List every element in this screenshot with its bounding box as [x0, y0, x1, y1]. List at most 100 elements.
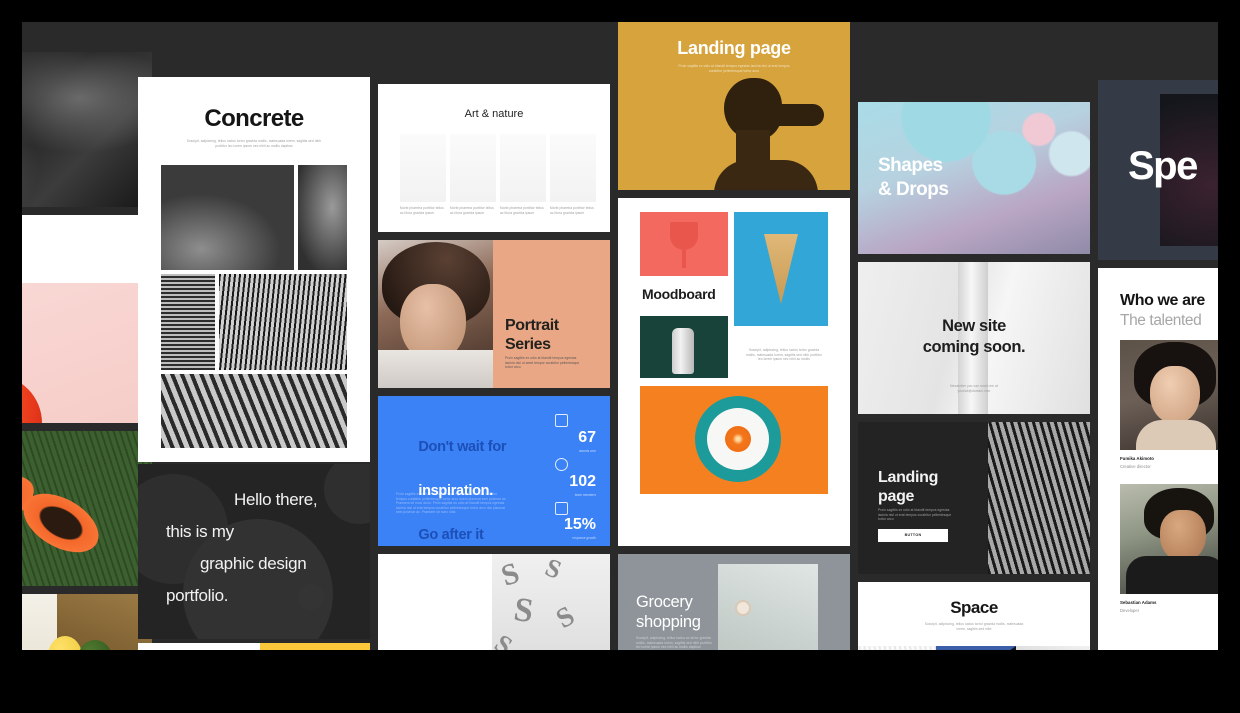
- portrait-photo: [378, 240, 493, 388]
- moodboard-image-3: [640, 316, 728, 378]
- concrete-image-3: [161, 274, 215, 370]
- hello-line-4: portfolio.: [166, 586, 229, 605]
- card-new-site[interactable]: New site coming soon. Newsletter you can …: [858, 262, 1090, 414]
- landing-orange-title: Landing page: [677, 38, 791, 58]
- art-nature-caption-2: Morbi pharetra porttitor tellus ac litor…: [450, 206, 494, 215]
- letter-shape-3: S: [511, 590, 536, 631]
- landing-dark-photo: [988, 422, 1090, 574]
- space-image-row: [858, 646, 1090, 650]
- landing-dark-cta-button[interactable]: BUTTON: [878, 529, 948, 542]
- landing-dark-cta-label: BUTTON: [904, 533, 922, 537]
- art-nature-caption-4: Morbi pharetra porttitor tellus ac litor…: [550, 206, 594, 215]
- stat-value-3: 15%: [563, 516, 596, 533]
- concrete-woman-photo: [22, 52, 152, 207]
- inspiration-heading: Don't wait for inspiration. Go after it …: [396, 414, 506, 546]
- template-gallery-canvas: reteman Proin sagittis ex odio at blandi…: [22, 22, 1218, 650]
- team-member-name-2: Sebastian Adams: [1120, 600, 1157, 605]
- model-shoulder-shape: [714, 160, 818, 190]
- card-art-and-nature[interactable]: Art & nature Morbi pharetra porttitor te…: [378, 84, 610, 232]
- card-space[interactable]: Space Suscipit, adipiscing, tellus luctu…: [858, 582, 1090, 650]
- landing-dark-body: Proin sagittis ex odio at blandit tempus…: [878, 508, 952, 522]
- card-landing-page-orange[interactable]: Landing page Proin sagittis ex odio at b…: [618, 22, 850, 190]
- landing-dark-title-line2: page: [878, 488, 915, 505]
- team-member-name-1: Fumika Akimoto: [1120, 456, 1154, 461]
- portrait-title: Portrait Series: [505, 316, 559, 354]
- art-nature-caption-1: Morbi pharetra porttitor tellus ac litor…: [400, 206, 444, 215]
- art-nature-image-4: [550, 134, 596, 202]
- space-subtitle: Suscipit, adipiscing, tellus luctus tort…: [924, 622, 1024, 631]
- card-grocery-shopping[interactable]: Grocery shopping Suscipit, adipiscing, te…: [618, 554, 850, 650]
- letter-shape-1: S: [497, 556, 524, 593]
- stat-label-3: response growth: [572, 536, 596, 540]
- space-image-2: [936, 646, 1016, 650]
- hello-line-3: graphic design: [200, 554, 307, 573]
- card-inspiration-club[interactable]: Don't wait for inspiration. Go after it …: [378, 396, 610, 546]
- space-image-3: [1016, 646, 1090, 650]
- member1-face-shape: [1150, 366, 1200, 424]
- art-nature-title: Art & nature: [464, 108, 524, 120]
- inspiration-heading-line3: Go after it: [418, 527, 484, 543]
- typography-photo: S S S S S: [489, 554, 610, 650]
- concrete-image-1: [161, 165, 294, 270]
- chart-icon: [555, 502, 568, 515]
- shapes-title-line1: Shapes: [878, 155, 943, 176]
- art-nature-image-1: [400, 134, 446, 202]
- card-typography[interactable]: S S S S S: [378, 554, 610, 650]
- concrete-subtitle: Suscipit, adipiscing, tellus luctus tort…: [186, 139, 322, 148]
- team-member-role-1: Creative director: [1120, 464, 1151, 469]
- inspiration-body: Proin sagittis ex odio at blandit tempus…: [396, 492, 507, 515]
- art-nature-image-2: [450, 134, 496, 202]
- moodboard-title: Moodboard: [642, 286, 716, 302]
- grapefruit-shape: [725, 426, 751, 452]
- card-moodboard[interactable]: Moodboard Suscipit, adipiscing, tellus l…: [618, 198, 850, 546]
- space-shape-accent: [976, 646, 1016, 650]
- cup-stem-shape: [682, 250, 686, 268]
- card-hello-portfolio[interactable]: Hello there, this is my graphic design p…: [138, 464, 370, 639]
- portrait-title-line2: Series: [505, 336, 551, 353]
- team-member-photo-1: [1120, 340, 1218, 450]
- new-site-subtitle: Newsletter you can reach me at yourlab@do…: [924, 384, 1024, 393]
- art-nature-caption-3: Morbi pharetra porttitor tellus ac litor…: [500, 206, 544, 215]
- inspiration-heading-line1: Don't wait for: [418, 439, 507, 455]
- bubble-decor-3: [324, 464, 370, 524]
- new-site-title-line1: New site: [942, 317, 1006, 335]
- grocery-badge-icon: [735, 600, 751, 616]
- art-nature-image-3: [500, 134, 546, 202]
- card-papaya-photo[interactable]: [22, 431, 152, 586]
- member2-face-shape: [1160, 510, 1206, 562]
- portrait-title-line1: Portrait: [505, 317, 559, 334]
- concrete-title: Concrete: [204, 105, 304, 132]
- card-spe[interactable]: Spe: [1098, 80, 1218, 260]
- moodboard-body: Suscipit, adipiscing, tellus luctus tort…: [746, 348, 822, 362]
- card-color-swatches[interactable]: [138, 643, 370, 650]
- card-who-we-are[interactable]: Who we are The talented Fumika Akimoto C…: [1098, 268, 1218, 650]
- card-still-life[interactable]: [22, 594, 152, 650]
- card-landing-page-dark[interactable]: Landing page Proin sagittis ex odio at bl…: [858, 422, 1090, 574]
- space-title: Space: [950, 598, 998, 617]
- team-member-role-2: Developer: [1120, 608, 1140, 613]
- yellow-swatch: [260, 643, 370, 650]
- member2-body-shape: [1126, 556, 1218, 594]
- red-hat-shape: [22, 375, 42, 423]
- portrait-body: Proin sagittis ex odio at blandit tempus…: [505, 356, 580, 370]
- grocery-title: Grocery shopping: [636, 592, 701, 632]
- ice-cream-cone-shape: [764, 234, 798, 304]
- member1-body-shape: [1136, 420, 1216, 450]
- card-concrete[interactable]: Concrete Suscipit, adipiscing, tellus lu…: [138, 77, 370, 462]
- card-shapes-and-drops[interactable]: Shapes & Drops: [858, 102, 1090, 254]
- new-site-subtitle-line1: Newsletter you can reach me at: [950, 384, 998, 388]
- concrete-image-4: [219, 274, 347, 370]
- card-portrait-series[interactable]: Portrait Series Proin sagittis ex odio at…: [378, 240, 610, 388]
- bubble-decor-4: [298, 584, 324, 610]
- letter-shape-2: S: [541, 554, 566, 585]
- moodboard-image-4: [640, 386, 828, 494]
- hello-line-1: Hello there,: [234, 490, 318, 509]
- screenshot-frame: reteman Proin sagittis ex odio at blandi…: [0, 0, 1240, 713]
- new-site-title-line2: coming soon.: [922, 338, 1026, 356]
- card-concrete-woman[interactable]: reteman Proin sagittis ex odio at blandi…: [22, 52, 152, 207]
- stat-value-1: 67: [578, 429, 596, 446]
- card-award-winning[interactable]: award winningr ac orci eu tellus: [22, 215, 152, 423]
- medal-icon: [555, 414, 568, 427]
- stat-value-2: 102: [569, 473, 596, 490]
- landing-orange-subtitle: Proin sagittis ex odio at blandit tempus…: [678, 64, 790, 73]
